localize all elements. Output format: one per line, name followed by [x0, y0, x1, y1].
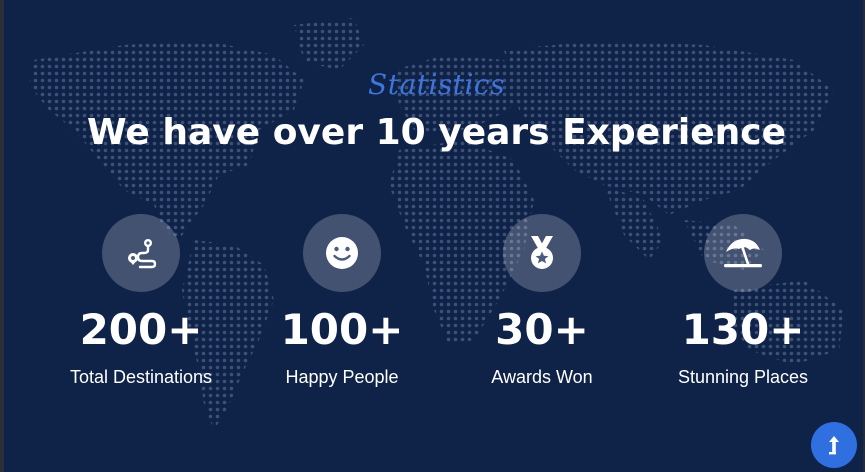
stat-label: Stunning Places	[677, 367, 809, 387]
stat-value: 30+	[495, 305, 589, 354]
arrow-up-icon	[829, 436, 839, 455]
stat-value: 130+	[681, 305, 805, 354]
back-to-top-button[interactable]	[811, 422, 857, 468]
route-icon	[128, 239, 157, 269]
beach-umbrella-icon	[724, 238, 762, 268]
statistics-section: Statistics We have over 10 years Experie…	[0, 0, 865, 472]
stat-value: 100+	[280, 305, 404, 354]
stat-total-destinations: 200+ Total Destinations	[41, 214, 241, 388]
smile-icon	[326, 237, 358, 269]
stat-label: Total Destinations	[69, 367, 213, 387]
medal-icon	[531, 236, 553, 269]
stat-icon-container	[102, 214, 180, 292]
stat-label: Happy People	[285, 367, 399, 387]
stat-icon-container	[704, 214, 782, 292]
stat-icon-container	[303, 214, 381, 292]
stat-label: Awards Won	[491, 367, 593, 387]
stats-row: 200+ Total Destinations 100+ Happy Peopl…	[4, 0, 865, 472]
stat-value: 200+	[79, 305, 203, 354]
stat-icon-container	[503, 214, 581, 292]
stat-stunning-places: 130+ Stunning Places	[643, 214, 843, 388]
stat-awards-won: 30+ Awards Won	[442, 214, 642, 388]
stat-happy-people: 100+ Happy People	[242, 214, 442, 388]
